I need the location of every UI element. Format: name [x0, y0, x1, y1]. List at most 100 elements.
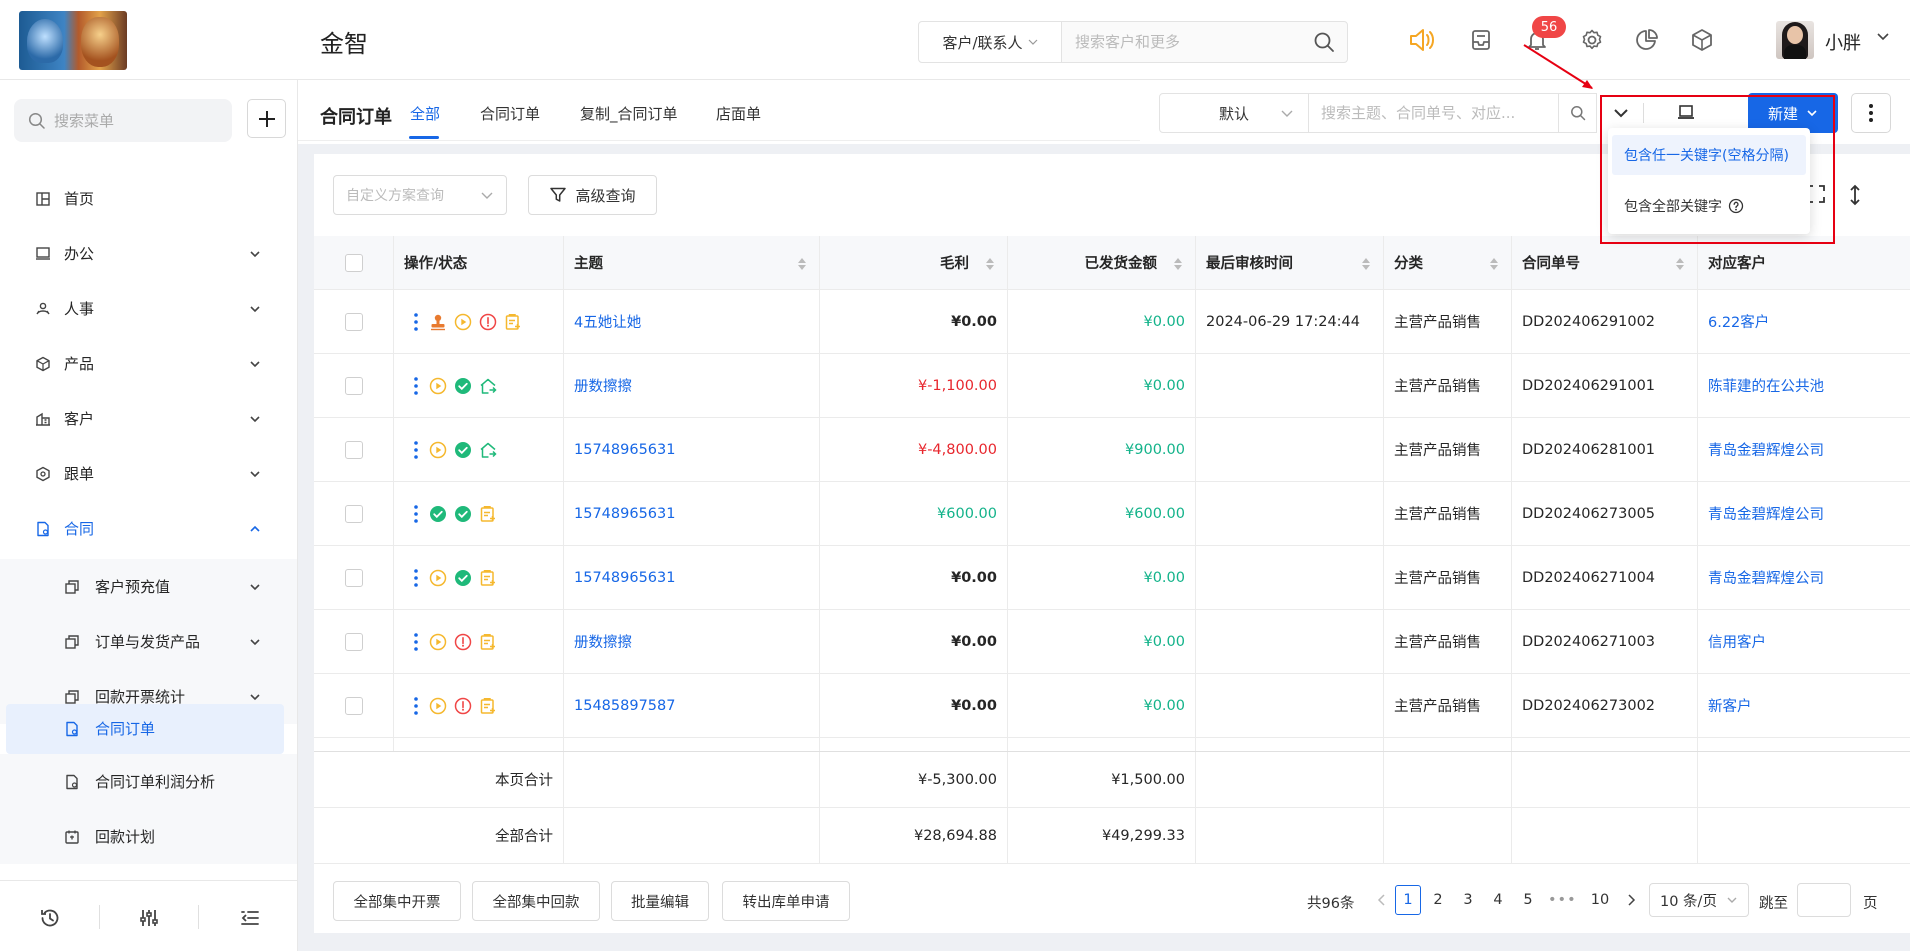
more-vertical-icon[interactable] [414, 312, 418, 331]
warning-circle-icon[interactable] [478, 312, 497, 331]
sidebar-subitem-orders[interactable]: 订单与发货产品 [0, 614, 297, 669]
cube-icon[interactable] [1687, 25, 1717, 55]
logo[interactable] [19, 11, 127, 70]
page-1[interactable]: 1 [1395, 885, 1421, 915]
scheme-select[interactable]: 自定义方案查询 [333, 175, 507, 215]
table-row[interactable]: 15485897587 ¥0.00 ¥0.00 主营产品销售 DD2024062… [314, 674, 1910, 738]
menu-search-input[interactable] [54, 111, 224, 130]
sort-icon[interactable] [1173, 257, 1183, 271]
header-cell[interactable]: 毛利 [820, 236, 1008, 289]
sidebar-item-hr[interactable]: 人事 [0, 284, 297, 334]
stock-out-request-button[interactable]: 转出库单申请 [722, 881, 850, 921]
table-row[interactable]: 册数擦擦 ¥-1,100.00 ¥0.00 主营产品销售 DD202406291… [314, 354, 1910, 418]
history-icon[interactable] [35, 903, 65, 933]
subject-link[interactable]: 15748965631 [564, 546, 820, 609]
sort-icon[interactable] [1675, 257, 1685, 271]
add-button[interactable] [247, 99, 286, 138]
check-circle-icon[interactable] [453, 568, 472, 587]
tab-contract-orders[interactable]: 合同订单 [480, 103, 540, 124]
house-export-icon[interactable] [478, 376, 497, 395]
page-size-select[interactable]: 10 条/页 [1649, 883, 1749, 917]
gear-icon[interactable] [1577, 25, 1607, 55]
check-circle-icon[interactable] [453, 376, 472, 395]
user-name[interactable]: 小胖 [1825, 29, 1861, 55]
play-circle-icon[interactable] [428, 376, 447, 395]
pie-chart-icon[interactable] [1632, 25, 1662, 55]
speaker-icon[interactable] [1407, 25, 1437, 55]
check-circle-icon[interactable] [453, 504, 472, 523]
table-row[interactable]: 15748965631 ¥-4,800.00 ¥900.00 主营产品销售 DD… [314, 418, 1910, 482]
sort-icon[interactable] [1489, 257, 1499, 271]
sidebar-subitem-contract-orders[interactable]: 合同订单 [6, 704, 284, 754]
search-icon[interactable] [1559, 93, 1597, 133]
clipboard-add-icon[interactable] [478, 632, 497, 651]
header-cell[interactable]: 主题 [564, 236, 820, 289]
more-vertical-icon[interactable] [414, 504, 418, 523]
header-cell[interactable]: 已发货金额 [1008, 236, 1196, 289]
batch-edit-button[interactable]: 批量编辑 [611, 881, 709, 921]
subject-link[interactable]: 15485897587 [564, 674, 820, 737]
keyword-option-any[interactable]: 包含任一关键字(空格分隔) [1612, 135, 1806, 175]
batch-invoice-button[interactable]: 全部集中开票 [333, 881, 461, 921]
sidebar-item-follow[interactable]: 跟单 [0, 449, 297, 499]
sidebar-item-contract[interactable]: 合同 [0, 504, 297, 554]
warning-circle-icon[interactable] [453, 632, 472, 651]
jump-page-input[interactable] [1797, 883, 1851, 917]
page-4[interactable]: 4 [1485, 885, 1511, 915]
help-icon[interactable] [1728, 198, 1744, 214]
clipboard-add-icon[interactable] [478, 568, 497, 587]
row-checkbox[interactable] [344, 504, 363, 523]
sidebar-item-office[interactable]: 办公 [0, 229, 297, 279]
subject-link[interactable]: 15748965631 [564, 482, 820, 545]
play-circle-icon[interactable] [428, 632, 447, 651]
sort-icon[interactable] [1361, 257, 1371, 271]
clipboard-add-icon[interactable] [478, 696, 497, 715]
page-ellipsis[interactable]: ••• [1548, 885, 1577, 915]
house-export-icon[interactable] [478, 440, 497, 459]
sidebar-item-customer[interactable]: 客户 [0, 394, 297, 444]
clipboard-add-icon[interactable] [503, 312, 522, 331]
select-all-checkbox[interactable] [344, 253, 363, 272]
customer-link[interactable]: 青岛金碧辉煌公司 [1698, 482, 1910, 545]
sidebar-subitem-payment-plan[interactable]: 回款计划 [0, 809, 297, 864]
header-cell[interactable]: 分类 [1384, 236, 1512, 289]
table-row[interactable]: 15748965631 ¥0.00 ¥0.00 主营产品销售 DD2024062… [314, 546, 1910, 610]
customer-link[interactable]: 青岛金碧辉煌公司 [1698, 418, 1910, 481]
page-3[interactable]: 3 [1455, 885, 1481, 915]
new-button[interactable]: 新建 [1748, 93, 1838, 133]
customer-link[interactable]: 新客户 [1698, 674, 1910, 737]
advanced-query-button[interactable]: 高级查询 [528, 175, 657, 215]
table-row[interactable]: 册数擦擦 ¥0.00 ¥0.00 主营产品销售 DD202406271003 信… [314, 610, 1910, 674]
page-5[interactable]: 5 [1515, 885, 1541, 915]
sidebar-item-home[interactable]: 首页 [0, 174, 297, 224]
customer-link[interactable]: 6.22客户 [1698, 290, 1910, 353]
tab-all[interactable]: 全部 [410, 103, 440, 124]
search-icon[interactable] [1301, 22, 1347, 62]
keyword-option-all[interactable]: 包含全部关键字 [1612, 186, 1806, 226]
more-vertical-icon[interactable] [1851, 93, 1891, 133]
play-circle-icon[interactable] [428, 440, 447, 459]
sidebar-subitem-prepay[interactable]: 客户预充值 [0, 559, 297, 614]
next-page-icon[interactable] [1618, 885, 1644, 915]
customer-link[interactable]: 陈菲建的在公共池 [1698, 354, 1910, 417]
customer-link[interactable]: 信用客户 [1698, 610, 1910, 673]
table-row[interactable]: 15748965631 ¥600.00 ¥600.00 主营产品销售 DD202… [314, 482, 1910, 546]
sidebar-item-product[interactable]: 产品 [0, 339, 297, 389]
subject-link[interactable]: 15748965631 [564, 418, 820, 481]
row-checkbox[interactable] [344, 696, 363, 715]
avatar[interactable] [1776, 21, 1814, 59]
global-search-input[interactable] [1063, 22, 1303, 62]
more-vertical-icon[interactable] [414, 632, 418, 651]
row-checkbox[interactable] [344, 632, 363, 651]
batch-payment-button[interactable]: 全部集中回款 [472, 881, 600, 921]
display-icon[interactable] [1663, 93, 1709, 133]
sidebar-subitem-profit-analysis[interactable]: 合同订单利润分析 [0, 754, 297, 809]
play-circle-icon[interactable] [428, 568, 447, 587]
subject-link[interactable]: 册数擦擦 [564, 354, 820, 417]
check-circle-icon[interactable] [453, 440, 472, 459]
page-10[interactable]: 10 [1587, 885, 1613, 915]
keyword-mode-toggle[interactable] [1603, 93, 1639, 133]
page-2[interactable]: 2 [1425, 885, 1451, 915]
clipboard-add-icon[interactable] [478, 504, 497, 523]
subject-link[interactable]: 册数擦擦 [564, 610, 820, 673]
